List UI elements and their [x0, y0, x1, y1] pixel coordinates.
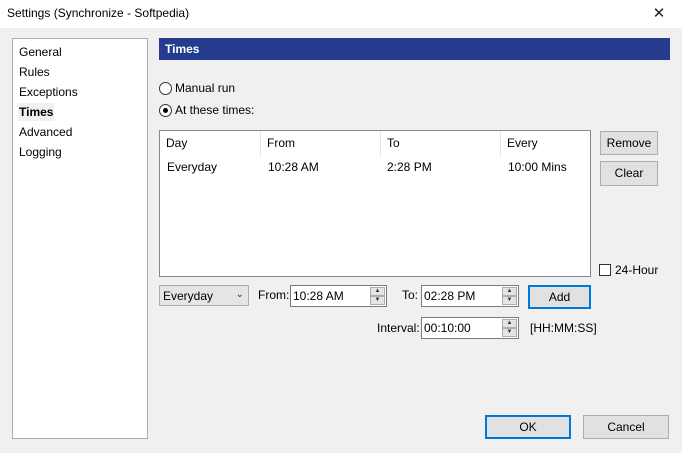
- interval-field[interactable]: 00:10:00 ▲ ▼: [421, 317, 519, 339]
- to-spinner[interactable]: ▲ ▼: [502, 287, 517, 305]
- nav-item-logging[interactable]: Logging: [18, 143, 63, 161]
- day-select-value: Everyday: [163, 289, 214, 303]
- spin-up-icon[interactable]: ▲: [502, 319, 517, 328]
- spin-down-icon[interactable]: ▼: [370, 296, 385, 305]
- nav-item-advanced[interactable]: Advanced: [18, 123, 73, 141]
- schedule-list[interactable]: Day From To Every Everyday 10:28 AM 2:28…: [159, 130, 591, 277]
- interval-format-hint: [HH:MM:SS]: [530, 321, 597, 335]
- manual-run-radio[interactable]: [159, 82, 172, 95]
- window-title: Settings (Synchronize - Softpedia): [7, 6, 190, 20]
- cell-to: 2:28 PM: [387, 160, 432, 174]
- from-time-field[interactable]: 10:28 AM ▲ ▼: [290, 285, 387, 307]
- from-spinner[interactable]: ▲ ▼: [370, 287, 385, 305]
- spin-down-icon[interactable]: ▼: [502, 296, 517, 305]
- at-these-times-label: At these times:: [175, 103, 255, 117]
- column-header-to[interactable]: To: [381, 131, 501, 156]
- column-header-day[interactable]: Day: [160, 131, 261, 156]
- column-header-from[interactable]: From: [261, 131, 381, 156]
- interval-value: 00:10:00: [424, 321, 471, 335]
- interval-label: Interval:: [377, 321, 420, 335]
- hour24-checkbox[interactable]: [599, 264, 611, 276]
- cell-day: Everyday: [167, 160, 218, 174]
- to-time-field[interactable]: 02:28 PM ▲ ▼: [421, 285, 519, 307]
- ok-button[interactable]: OK: [485, 415, 571, 439]
- cell-every: 10:00 Mins: [508, 160, 567, 174]
- interval-spinner[interactable]: ▲ ▼: [502, 319, 517, 337]
- spin-up-icon[interactable]: ▲: [502, 287, 517, 296]
- nav-item-exceptions[interactable]: Exceptions: [18, 83, 79, 101]
- chevron-down-icon: ⌄: [235, 289, 244, 300]
- to-label: To:: [402, 288, 419, 302]
- clear-button[interactable]: Clear: [600, 161, 658, 186]
- settings-nav: General Rules Exceptions Times Advanced …: [12, 38, 148, 439]
- manual-run-label: Manual run: [175, 81, 236, 95]
- day-select[interactable]: Everyday ⌄: [159, 285, 249, 306]
- close-icon[interactable]: ✕: [636, 0, 682, 28]
- nav-item-rules[interactable]: Rules: [18, 63, 51, 81]
- cancel-button[interactable]: Cancel: [583, 415, 669, 439]
- cell-from: 10:28 AM: [268, 160, 319, 174]
- at-these-times-radio[interactable]: [159, 104, 172, 117]
- remove-button[interactable]: Remove: [600, 131, 658, 155]
- nav-item-times[interactable]: Times: [18, 103, 55, 121]
- spin-down-icon[interactable]: ▼: [502, 328, 517, 337]
- spin-up-icon[interactable]: ▲: [370, 287, 385, 296]
- title-bar: Settings (Synchronize - Softpedia) ✕: [0, 0, 682, 28]
- add-button[interactable]: Add: [528, 285, 591, 309]
- nav-item-general[interactable]: General: [18, 43, 63, 61]
- from-label: From:: [258, 288, 290, 302]
- to-time-value: 02:28 PM: [424, 289, 476, 303]
- hour24-label: 24-Hour: [615, 263, 659, 277]
- from-time-value: 10:28 AM: [293, 289, 344, 303]
- column-header-every[interactable]: Every: [501, 131, 590, 156]
- section-header: Times: [159, 38, 670, 60]
